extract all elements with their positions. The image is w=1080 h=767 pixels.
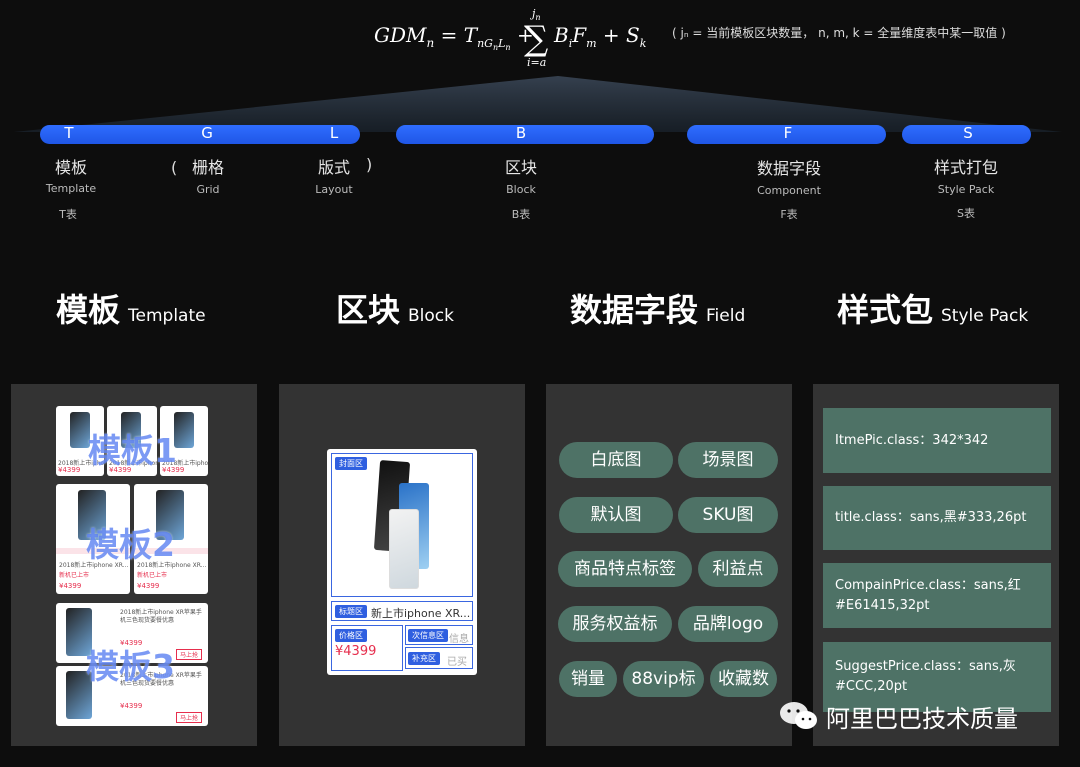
dim-f-cn: 数据字段: [756, 159, 822, 178]
dim-t-table: T表: [59, 208, 77, 221]
dim-f-en: Component: [757, 184, 821, 197]
dim-s-en: Style Pack: [937, 183, 995, 196]
title-text: 新上市iphone XR...: [371, 607, 471, 620]
field-tag-sku-image: SKU图: [678, 497, 778, 533]
dim-t-cn: 模板: [54, 158, 88, 177]
dim-b-table: B表: [511, 208, 531, 221]
heading-field: 数据字段 Field: [570, 285, 745, 331]
template2-label: 模板2: [86, 525, 175, 564]
watermark: 阿里巴巴技术质量: [778, 698, 1018, 734]
field-tag-brand-logo: 品牌logo: [678, 606, 778, 642]
heading-block-cn: 区块: [336, 291, 401, 329]
paren-open: (: [171, 158, 178, 177]
watermark-text: 阿里巴巴技术质量: [826, 704, 1018, 733]
style-item-price: CompainPrice.class：sans,红 #E61415,32pt: [823, 563, 1051, 628]
block-card: 封面区 标题区 新上市iphone XR... 价格区 ¥4399 次信息区 信…: [327, 449, 477, 675]
heading-field-cn: 数据字段: [570, 291, 699, 329]
style-item-pic: ItmePic.class：342*342: [823, 408, 1051, 473]
dim-g-en: Grid: [196, 183, 220, 196]
sum-symbol: ∑: [524, 19, 548, 59]
svg-text:GDMn = TnGnLn +: GDMn = TnGnLn +: [374, 23, 534, 55]
letter-f: F: [783, 124, 793, 142]
letter-s: S: [963, 124, 973, 142]
dim-t-en: Template: [45, 182, 97, 195]
field-tag-88vip: 88vip标: [623, 661, 704, 697]
field-tag-benefit: 利益点: [698, 551, 778, 587]
field-tag-scene-image: 场景图: [678, 442, 778, 478]
cover-label: 封面区: [335, 457, 367, 470]
letter-t: T: [64, 124, 74, 142]
style-item-title: title.class：sans,黑#333,26pt: [823, 486, 1051, 550]
heading-template-en: Template: [128, 306, 206, 326]
formula-b: B: [553, 23, 569, 47]
formula-lhs-sub: n: [427, 36, 435, 50]
dim-f-table: F表: [780, 208, 798, 221]
paren-close: ): [366, 155, 373, 174]
field-tag-service: 服务权益标: [558, 606, 672, 642]
letter-l: L: [329, 124, 339, 142]
wechat-icon: [780, 702, 817, 729]
formula-lhs: GDM: [374, 23, 427, 47]
dim-b-cn: 区块: [504, 158, 538, 177]
heading-template: 模板 Template: [56, 285, 206, 331]
formula-f: F: [571, 23, 587, 47]
heading-stylepack-cn: 样式包: [837, 291, 934, 329]
heading-template-cn: 模板: [56, 291, 121, 329]
dim-l-en: Layout: [315, 183, 353, 196]
field-tag-white-bg-image: 白底图: [559, 442, 673, 478]
dim-s-cn: 样式打包: [933, 158, 999, 177]
formula-note: ( jₙ = 当前模板区块数量， n, m, k = 全量维度表中某一取值 ): [672, 26, 1006, 40]
field-tag-favorites: 收藏数: [710, 661, 777, 697]
heading-stylepack-en: Style Pack: [941, 306, 1029, 326]
template3-label: 模板3: [86, 647, 175, 686]
field-tag-sales: 销量: [559, 661, 617, 697]
heading-block: 区块 Block: [336, 285, 454, 331]
secondary-label: 次信息区: [408, 629, 448, 642]
gdm-formula: GDMn = TnGnLn + ∑ jn i=a BiFm + Sk: [374, 7, 647, 69]
template1-label: 模板1: [88, 431, 177, 470]
letter-b: B: [515, 124, 527, 142]
price-label: 价格区: [335, 629, 367, 642]
heading-stylepack: 样式包 Style Pack: [837, 285, 1028, 331]
price-text: ¥4399: [335, 644, 377, 659]
dim-l-cn: 版式: [317, 158, 351, 177]
dim-g-cn: 栅格: [191, 158, 225, 177]
svg-text:BiFm + Sk: BiFm + Sk: [553, 23, 647, 52]
formula-s: S: [626, 23, 640, 47]
supplement-label: 补充区: [408, 652, 440, 665]
dim-s-table: S表: [957, 207, 975, 220]
heading-block-en: Block: [408, 306, 454, 326]
letter-g: G: [201, 124, 213, 142]
title-label: 标题区: [335, 605, 367, 618]
dim-b-en: Block: [506, 183, 536, 196]
field-tag-features: 商品特点标签: [558, 551, 692, 587]
heading-field-en: Field: [706, 306, 746, 326]
field-tag-default-image: 默认图: [559, 497, 673, 533]
